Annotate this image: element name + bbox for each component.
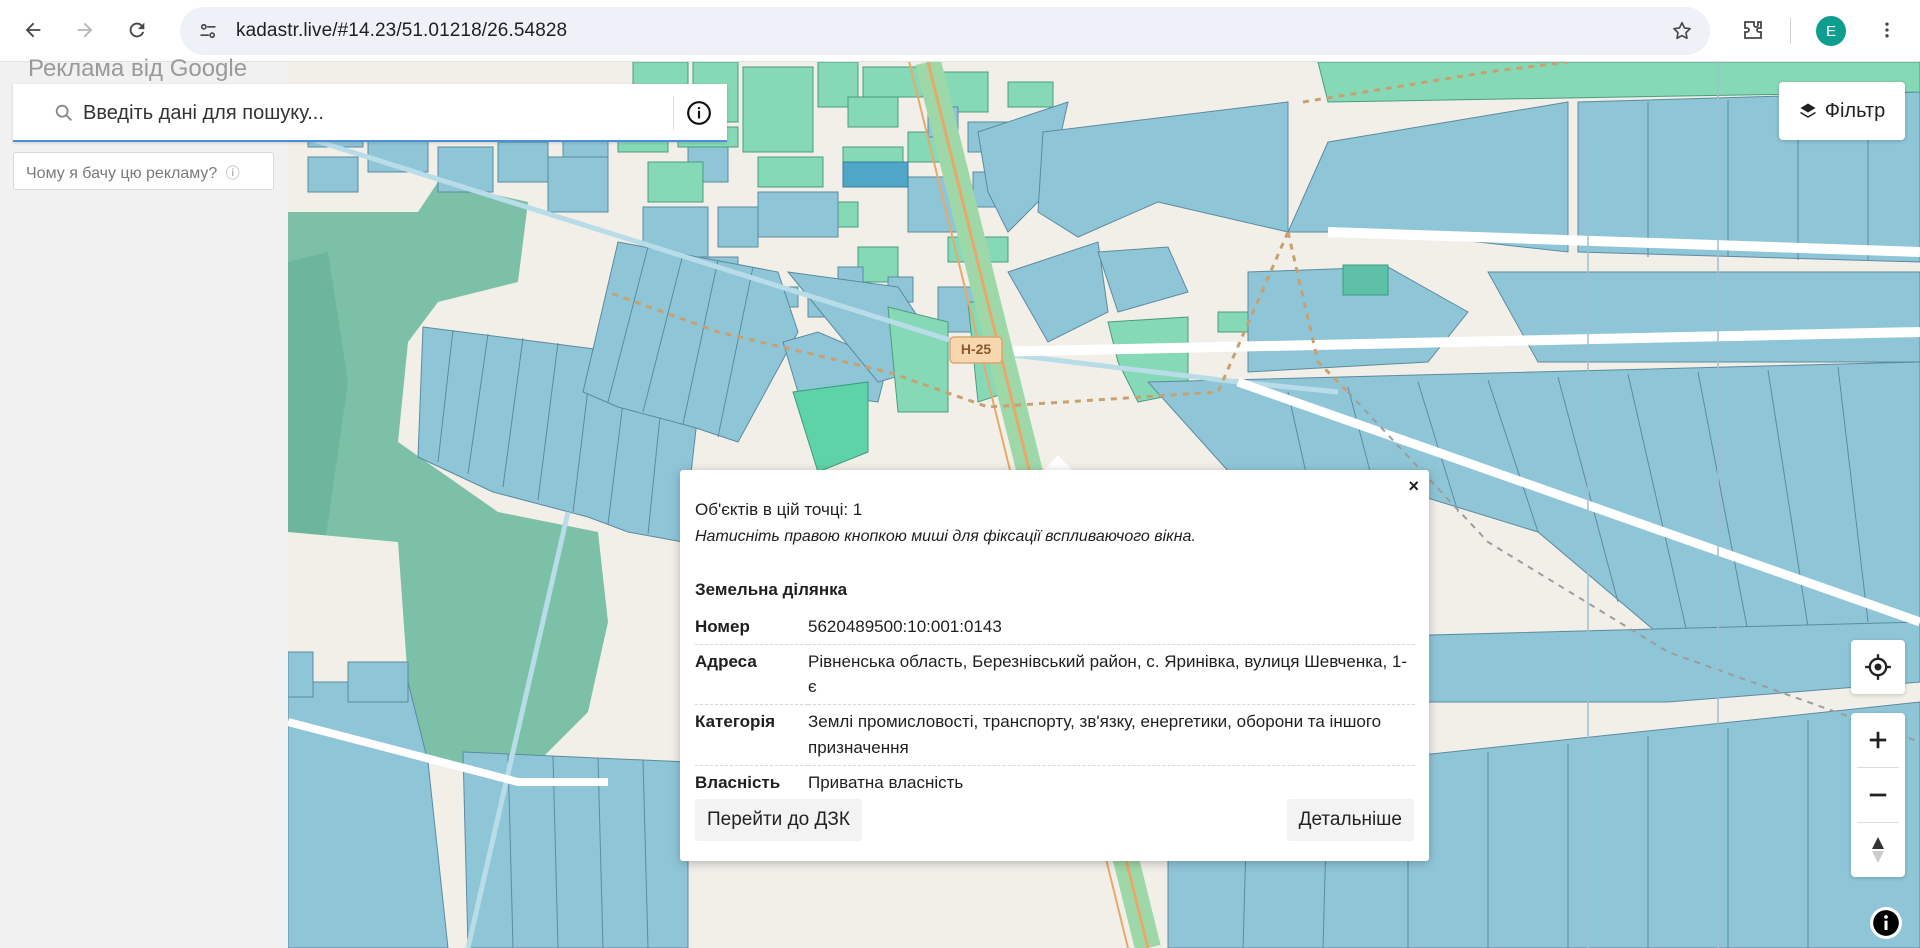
objects-count: Об'єктів в цій точці: 1 <box>695 500 863 519</box>
extensions-button[interactable] <box>1734 11 1772 49</box>
property-row: Категорія Землі промисловості, транспорт… <box>695 704 1415 766</box>
popup-tip <box>1043 455 1073 471</box>
property-row: Адреса Рівненська область, Березнівський… <box>695 644 1415 706</box>
search-input[interactable] <box>83 98 653 128</box>
info-icon <box>1873 910 1899 936</box>
reload-icon <box>129 22 145 38</box>
popup-hint: Натисніть правою кнопкою миші для фіксац… <box>695 528 1196 545</box>
crosshair-icon <box>1865 654 1891 680</box>
reload-button[interactable] <box>118 11 156 49</box>
plus-icon <box>1869 731 1887 749</box>
search-bar <box>13 84 727 142</box>
ad-header: Реклама від Google <box>28 55 248 82</box>
search-divider <box>673 96 674 130</box>
parcel-popup: × Об'єктів в цій точці: 1 Натисніть прав… <box>680 470 1429 861</box>
puzzle-icon <box>1744 21 1762 39</box>
property-value: Землі промисловості, транспорту, зв'язку… <box>808 704 1415 766</box>
browser-menu-button[interactable] <box>1868 11 1906 49</box>
property-value: 5620489500:10:001:0143 <box>808 610 1415 646</box>
forward-button[interactable] <box>66 11 104 49</box>
info-icon[interactable] <box>686 100 712 126</box>
property-value: Приватна власність <box>808 772 964 792</box>
details-button[interactable]: Детальніше <box>1286 799 1414 841</box>
property-value: Рівненська область, Березнівський район,… <box>808 644 1415 706</box>
geolocate-button[interactable] <box>1851 640 1905 694</box>
popup-close-button[interactable]: × <box>1408 476 1419 497</box>
go-to-dzk-button[interactable]: Перейти до ДЗК <box>695 799 862 841</box>
why-this-ad-link[interactable]: Чому я бачу цю рекламу? ⓘ <box>13 152 274 190</box>
site-settings-icon[interactable] <box>194 17 222 45</box>
ad-panel: Реклама від Google Чому я бачу цю реклам… <box>0 55 288 948</box>
zoom-in-button[interactable] <box>1851 713 1905 767</box>
toolbar-divider <box>1790 18 1791 44</box>
bookmark-star-icon[interactable] <box>1668 17 1696 45</box>
browser-toolbar: kadastr.live/#14.23/51.01218/26.54828 E <box>0 0 1920 62</box>
parcel-properties: Номер 5620489500:10:001:0143 Адреса Рівн… <box>695 610 1415 800</box>
zoom-out-button[interactable] <box>1851 768 1905 822</box>
why-this-ad-label: Чому я бачу цю рекламу? <box>26 165 218 182</box>
geolocate-control <box>1851 640 1905 694</box>
property-row: Номер 5620489500:10:001:0143 <box>695 610 1415 646</box>
property-key: Адреса <box>695 644 808 706</box>
property-row: Власність Приватна власність <box>695 765 1415 800</box>
zoom-control <box>1851 713 1905 877</box>
minus-icon <box>1869 793 1887 797</box>
back-arrow-icon <box>25 22 41 38</box>
property-key: Власність <box>695 772 781 792</box>
filter-label: Фільтр <box>1824 99 1886 122</box>
kebab-menu-icon <box>1885 22 1889 38</box>
road-label-h25: H-25 <box>960 341 992 357</box>
layers-icon <box>1799 103 1816 118</box>
popup-title: Земельна ділянка <box>695 580 848 599</box>
compass-button[interactable] <box>1851 823 1905 877</box>
property-key: Номер <box>695 610 808 646</box>
search-icon <box>55 104 72 121</box>
forward-arrow-icon <box>77 22 93 38</box>
profile-avatar[interactable]: E <box>1816 16 1846 46</box>
property-key: Категорія <box>695 704 808 766</box>
info-circle-icon: ⓘ <box>225 165 240 181</box>
attribution-button[interactable] <box>1870 907 1902 939</box>
url-text[interactable]: kadastr.live/#14.23/51.01218/26.54828 <box>236 20 567 42</box>
address-bar[interactable]: kadastr.live/#14.23/51.01218/26.54828 <box>180 7 1710 55</box>
back-button[interactable] <box>14 11 52 49</box>
compass-icon <box>1872 837 1884 863</box>
filter-button[interactable]: Фільтр <box>1779 82 1905 140</box>
